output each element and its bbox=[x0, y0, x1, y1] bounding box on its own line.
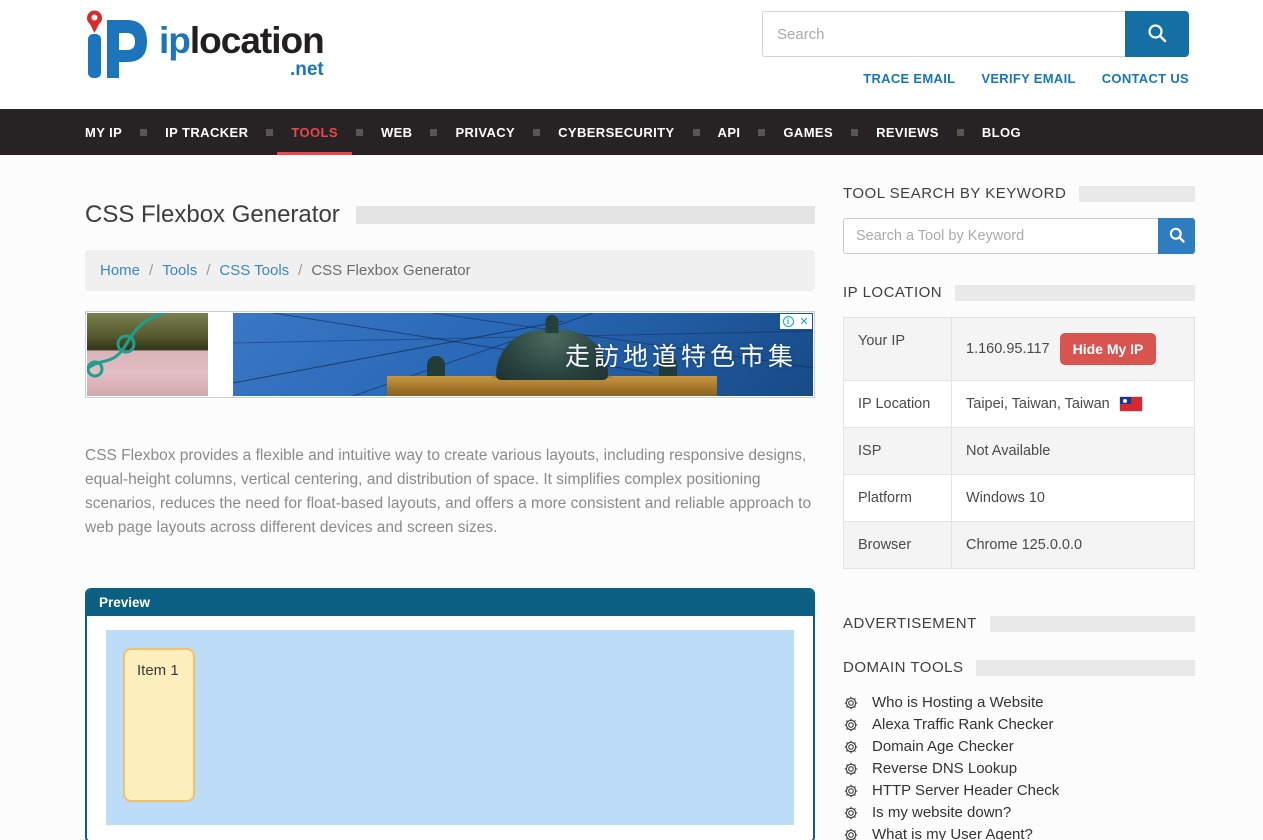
nav-item-tools[interactable]: TOOLS bbox=[277, 109, 352, 155]
page-title: CSS Flexbox Generator bbox=[85, 201, 340, 229]
domain-tool-link[interactable]: HTTP Server Header Check bbox=[872, 780, 1059, 802]
ad-info-icon[interactable]: i bbox=[780, 314, 796, 329]
domain-tool-link[interactable]: Alexa Traffic Rank Checker bbox=[872, 714, 1053, 736]
logo-text-net: .net bbox=[159, 60, 324, 79]
tool-search-button[interactable] bbox=[1158, 218, 1195, 254]
gear-icon bbox=[843, 761, 859, 777]
main-content: CSS Flexbox Generator Home/ Tools/ CSS T… bbox=[85, 185, 815, 840]
tool-search-input[interactable] bbox=[843, 218, 1158, 254]
nav-item-blog[interactable]: BLOG bbox=[968, 109, 1035, 155]
logo-mark-icon bbox=[75, 6, 157, 86]
site-search bbox=[762, 11, 1189, 57]
verify-email-link[interactable]: VERIFY EMAIL bbox=[981, 71, 1075, 86]
nav-separator bbox=[356, 129, 363, 136]
header-links: TRACE EMAIL VERIFY EMAIL CONTACT US bbox=[762, 71, 1189, 86]
nav-item-reviews[interactable]: REVIEWS bbox=[862, 109, 953, 155]
nav-item-games[interactable]: GAMES bbox=[769, 109, 847, 155]
nav-separator bbox=[533, 129, 540, 136]
nav-separator bbox=[957, 129, 964, 136]
tool-search-heading: TOOL SEARCH BY KEYWORD bbox=[843, 185, 1195, 202]
flex-preview-container: Item 1 bbox=[106, 630, 794, 825]
gear-icon bbox=[843, 717, 859, 733]
nav-separator bbox=[758, 129, 765, 136]
nav-item-cybersecurity[interactable]: CYBERSECURITY bbox=[544, 109, 688, 155]
search-icon bbox=[1146, 22, 1168, 47]
breadcrumb: Home/ Tools/ CSS Tools/ CSS Flexbox Gene… bbox=[85, 250, 815, 291]
taiwan-flag-icon bbox=[1120, 397, 1142, 411]
nav-separator bbox=[266, 129, 273, 136]
domain-tool-link[interactable]: Is my website down? bbox=[872, 802, 1011, 824]
breadcrumb-tools[interactable]: Tools bbox=[162, 262, 197, 279]
preview-panel-header: Preview bbox=[87, 590, 813, 616]
hide-my-ip-button[interactable]: Hide My IP bbox=[1060, 333, 1157, 365]
table-row: Browser Chrome 125.0.0.0 bbox=[844, 522, 1194, 568]
domain-tool-link[interactable]: Reverse DNS Lookup bbox=[872, 758, 1017, 780]
nav-separator bbox=[430, 129, 437, 136]
isp-value: Not Available bbox=[966, 443, 1050, 459]
breadcrumb-css-tools[interactable]: CSS Tools bbox=[219, 262, 289, 279]
list-item: Alexa Traffic Rank Checker bbox=[843, 714, 1195, 736]
logo-text-location: location bbox=[190, 20, 324, 61]
nav-item-web[interactable]: WEB bbox=[367, 109, 427, 155]
table-row: ISP Not Available bbox=[844, 428, 1194, 475]
domain-tool-link[interactable]: Domain Age Checker bbox=[872, 736, 1014, 758]
site-logo[interactable]: iplocation .net bbox=[75, 6, 324, 86]
your-ip-value: 1.160.95.117 bbox=[966, 341, 1050, 357]
ad-image-right: 走訪地道特色市集 i ✕ bbox=[233, 313, 813, 396]
domain-tool-link[interactable]: Who is Hosting a Website bbox=[872, 692, 1043, 714]
title-decoration-bar bbox=[356, 206, 815, 224]
ip-location-table: Your IP 1.160.95.117 Hide My IP IP Locat… bbox=[843, 317, 1195, 569]
logo-text: iplocation .net bbox=[159, 22, 324, 79]
list-item: Is my website down? bbox=[843, 802, 1195, 824]
nav-separator bbox=[851, 129, 858, 136]
domain-tools-list: Who is Hosting a Website Alexa Traffic R… bbox=[843, 692, 1195, 840]
ad-headline: 走訪地道特色市集 bbox=[565, 337, 797, 373]
breadcrumb-current: CSS Flexbox Generator bbox=[311, 262, 470, 279]
domain-tools-heading: DOMAIN TOOLS bbox=[843, 659, 1195, 676]
list-item: What is my User Agent? bbox=[843, 824, 1195, 840]
logo-text-ip: ip bbox=[159, 20, 190, 61]
nav-item-my-ip[interactable]: MY IP bbox=[71, 109, 136, 155]
platform-value: Windows 10 bbox=[966, 490, 1045, 506]
site-header: iplocation .net TRACE EMAIL VERIF bbox=[0, 0, 1263, 109]
nav-item-privacy[interactable]: PRIVACY bbox=[441, 109, 529, 155]
trace-email-link[interactable]: TRACE EMAIL bbox=[863, 71, 955, 86]
domain-tool-link[interactable]: What is my User Agent? bbox=[872, 824, 1033, 840]
ad-close-icon[interactable]: ✕ bbox=[796, 314, 812, 329]
gear-icon bbox=[843, 827, 859, 840]
table-row: Platform Windows 10 bbox=[844, 475, 1194, 522]
table-row: IP Location Taipei, Taiwan, Taiwan bbox=[844, 381, 1194, 428]
nav-item-ip-tracker[interactable]: IP TRACKER bbox=[151, 109, 262, 155]
tool-description: CSS Flexbox provides a flexible and intu… bbox=[85, 444, 815, 540]
contact-us-link[interactable]: CONTACT US bbox=[1102, 71, 1189, 86]
site-search-input[interactable] bbox=[762, 11, 1125, 57]
gear-icon bbox=[843, 739, 859, 755]
advertisement-heading: ADVERTISEMENT bbox=[843, 615, 1195, 632]
ad-image-left bbox=[87, 313, 208, 396]
preview-panel: Preview Item 1 bbox=[85, 588, 815, 840]
gear-icon bbox=[843, 805, 859, 821]
nav-separator bbox=[140, 129, 147, 136]
ip-location-value: Taipei, Taiwan, Taiwan bbox=[966, 396, 1110, 412]
breadcrumb-home[interactable]: Home bbox=[100, 262, 140, 279]
table-row: Your IP 1.160.95.117 Hide My IP bbox=[844, 318, 1194, 381]
sidebar: TOOL SEARCH BY KEYWORD IP LOCATION bbox=[843, 185, 1195, 840]
tool-search bbox=[843, 218, 1195, 254]
list-item: Who is Hosting a Website bbox=[843, 692, 1195, 714]
list-item: Domain Age Checker bbox=[843, 736, 1195, 758]
nav-separator bbox=[693, 129, 700, 136]
flex-item-1: Item 1 bbox=[123, 648, 195, 802]
gear-icon bbox=[843, 783, 859, 799]
site-search-button[interactable] bbox=[1125, 11, 1189, 57]
gear-icon bbox=[843, 695, 859, 711]
ip-location-heading: IP LOCATION bbox=[843, 284, 1195, 301]
list-item: HTTP Server Header Check bbox=[843, 780, 1195, 802]
nav-item-api[interactable]: API bbox=[704, 109, 755, 155]
browser-value: Chrome 125.0.0.0 bbox=[966, 537, 1082, 553]
ad-banner[interactable]: 走訪地道特色市集 i ✕ bbox=[85, 311, 815, 398]
main-nav: MY IP IP TRACKER TOOLS WEB PRIVACY CYBER… bbox=[0, 109, 1263, 155]
search-icon bbox=[1168, 226, 1186, 247]
list-item: Reverse DNS Lookup bbox=[843, 758, 1195, 780]
